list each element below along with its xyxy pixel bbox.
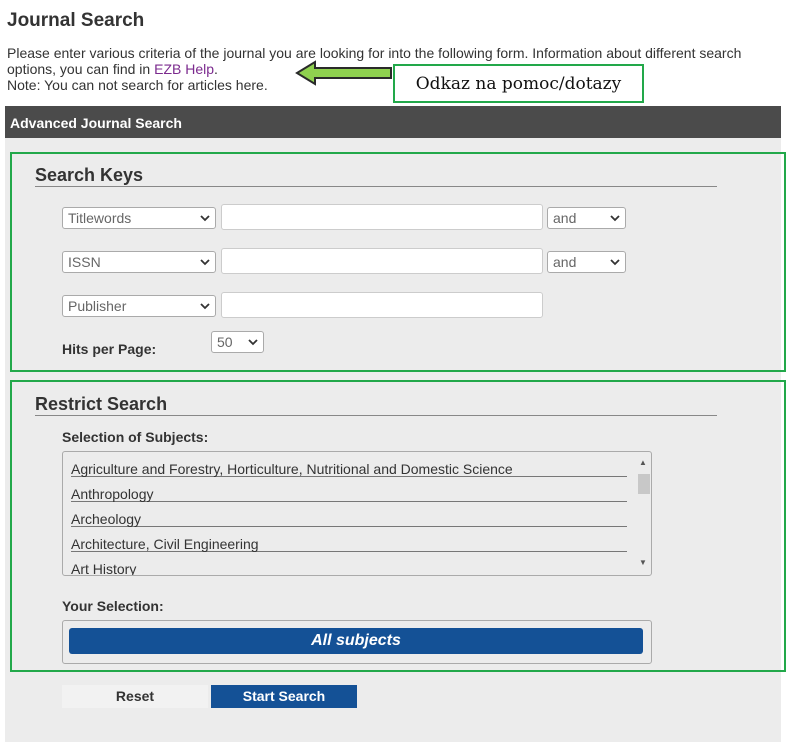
operator-select-2[interactable]: and [547, 251, 626, 273]
list-item[interactable]: Art History [71, 552, 627, 575]
intro-part2: . [214, 61, 218, 77]
start-search-button[interactable]: Start Search [211, 685, 357, 708]
scrollbar-thumb[interactable] [638, 474, 650, 494]
panel-header: Advanced Journal Search [5, 106, 781, 138]
search-input-3[interactable] [221, 292, 543, 318]
chevron-down-icon [248, 339, 258, 346]
scroll-up-icon[interactable]: ▲ [639, 458, 647, 467]
field-select-2[interactable]: ISSN [62, 251, 216, 273]
reset-button[interactable]: Reset [62, 685, 208, 708]
restrict-search-title: Restrict Search [35, 394, 168, 414]
subjects-label: Selection of Subjects: [62, 429, 209, 445]
hits-per-page-value: 50 [217, 334, 233, 350]
chevron-down-icon [200, 259, 210, 266]
subjects-listbox[interactable]: Agriculture and Forestry, Horticulture, … [62, 451, 652, 576]
your-selection-label: Your Selection: [62, 598, 164, 614]
listbox-scrollbar[interactable]: ▲ ▼ [635, 454, 650, 573]
selection-box: All subjects [62, 620, 652, 664]
list-item[interactable]: Archeology [71, 502, 627, 527]
restrict-search-divider [35, 415, 717, 416]
field-select-3-value: Publisher [68, 298, 127, 314]
chevron-down-icon [610, 259, 620, 266]
note-text: Note: You can not search for articles he… [7, 77, 268, 93]
field-select-3[interactable]: Publisher [62, 295, 216, 317]
all-subjects-chip[interactable]: All subjects [69, 628, 643, 654]
hits-per-page-label: Hits per Page: [62, 341, 157, 357]
search-input-1[interactable] [221, 204, 543, 230]
help-callout: Odkaz na pomoc/dotazy [393, 64, 644, 103]
search-keys-divider [35, 186, 717, 187]
chevron-down-icon [200, 215, 210, 222]
arrow-left-icon [295, 60, 392, 86]
list-item[interactable]: Anthropology [71, 477, 627, 502]
chevron-down-icon [610, 215, 620, 222]
hits-per-page-select[interactable]: 50 [211, 331, 264, 353]
ezb-help-link[interactable]: EZB Help [154, 61, 214, 77]
list-item[interactable]: Agriculture and Forestry, Horticulture, … [71, 452, 627, 477]
operator-select-1-value: and [553, 210, 577, 226]
operator-select-2-value: and [553, 254, 577, 270]
operator-select-1[interactable]: and [547, 207, 626, 229]
search-input-2[interactable] [221, 248, 543, 274]
page-title: Journal Search [7, 10, 145, 31]
scroll-down-icon[interactable]: ▼ [639, 558, 647, 567]
search-keys-title: Search Keys [35, 165, 144, 185]
field-select-1[interactable]: Titlewords [62, 207, 216, 229]
chevron-down-icon [200, 303, 210, 310]
list-item[interactable]: Architecture, Civil Engineering [71, 527, 627, 552]
field-select-2-value: ISSN [68, 254, 101, 270]
field-select-1-value: Titlewords [68, 210, 132, 226]
